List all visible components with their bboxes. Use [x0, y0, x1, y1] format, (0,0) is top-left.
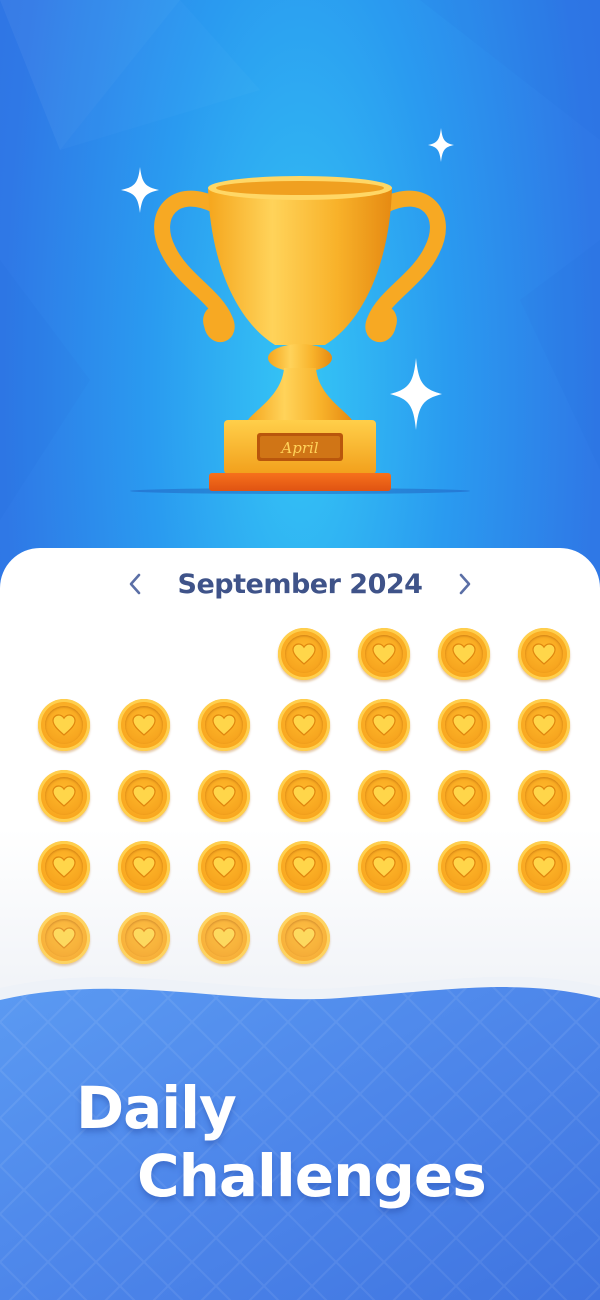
calendar-day-cell[interactable] [344, 760, 424, 831]
heart-coin-icon [438, 840, 490, 893]
trophy-plaque-text: April [279, 439, 318, 457]
calendar-day-cell[interactable] [504, 689, 584, 760]
calendar-day-cell[interactable] [184, 689, 264, 760]
calendar-day-cell[interactable] [24, 760, 104, 831]
calendar-day-cell[interactable] [24, 689, 104, 760]
heart-coin-icon [518, 698, 570, 751]
calendar-day-cell[interactable] [184, 760, 264, 831]
calendar-day-cell[interactable] [504, 831, 584, 902]
calendar-day-cell[interactable] [184, 831, 264, 902]
calendar-day-cell[interactable] [264, 689, 344, 760]
calendar-day-cell[interactable] [344, 618, 424, 689]
heart-coin-icon [278, 698, 330, 751]
calendar-day-cell[interactable] [504, 760, 584, 831]
calendar-day-cell[interactable] [344, 689, 424, 760]
heart-coin-icon [38, 769, 90, 822]
heart-coin-icon [358, 627, 410, 680]
heart-coin-icon [278, 627, 330, 680]
promo-headline: Daily Challenges [0, 1068, 600, 1228]
heart-coin-icon [118, 769, 170, 822]
previous-month-button[interactable] [120, 564, 150, 604]
heart-coin-icon [438, 769, 490, 822]
trophy-icon: April [130, 176, 470, 494]
next-month-button[interactable] [450, 564, 480, 604]
calendar-grid [24, 618, 584, 973]
heart-coin-icon [358, 698, 410, 751]
calendar-week-row [24, 760, 584, 831]
chevron-right-icon [460, 573, 471, 595]
heart-coin-icon [518, 769, 570, 822]
calendar-day-cell[interactable] [504, 618, 584, 689]
calendar-empty-cell [24, 618, 104, 689]
calendar-day-cell[interactable] [104, 689, 184, 760]
month-title: September 2024 [177, 568, 423, 600]
calendar-day-cell[interactable] [424, 760, 504, 831]
calendar-day-cell[interactable] [264, 831, 344, 902]
headline-line-2: Challenges [137, 1142, 487, 1210]
heart-coin-icon [198, 769, 250, 822]
headline-line-1: Daily [76, 1074, 237, 1142]
heart-coin-icon [278, 769, 330, 822]
heart-coin-icon [278, 840, 330, 893]
heart-coin-icon [358, 769, 410, 822]
heart-coin-icon [118, 840, 170, 893]
calendar-week-row [24, 689, 584, 760]
heart-coin-icon [38, 698, 90, 751]
calendar-day-cell[interactable] [424, 689, 504, 760]
calendar-empty-cell [104, 618, 184, 689]
heart-coin-icon [358, 840, 410, 893]
calendar-day-cell[interactable] [24, 831, 104, 902]
heart-coin-icon [198, 840, 250, 893]
calendar-week-row [24, 831, 584, 902]
heart-coin-icon [518, 627, 570, 680]
calendar-day-cell[interactable] [264, 618, 344, 689]
calendar-week-row [24, 618, 584, 689]
calendar-empty-cell [184, 618, 264, 689]
chevron-left-icon [129, 573, 140, 595]
calendar-day-cell[interactable] [264, 760, 344, 831]
heart-coin-icon [438, 627, 490, 680]
calendar-day-cell[interactable] [344, 831, 424, 902]
calendar-day-cell[interactable] [104, 760, 184, 831]
heart-coin-icon [118, 698, 170, 751]
calendar-day-cell[interactable] [424, 831, 504, 902]
heart-coin-icon [198, 698, 250, 751]
calendar-day-cell[interactable] [104, 831, 184, 902]
heart-coin-icon [38, 840, 90, 893]
heart-coin-icon [438, 698, 490, 751]
month-navigator: September 2024 [0, 562, 600, 606]
heart-coin-icon [518, 840, 570, 893]
calendar-day-cell[interactable] [424, 618, 504, 689]
daily-challenges-screen: April September 2024 Daily Challenges [0, 0, 600, 1300]
